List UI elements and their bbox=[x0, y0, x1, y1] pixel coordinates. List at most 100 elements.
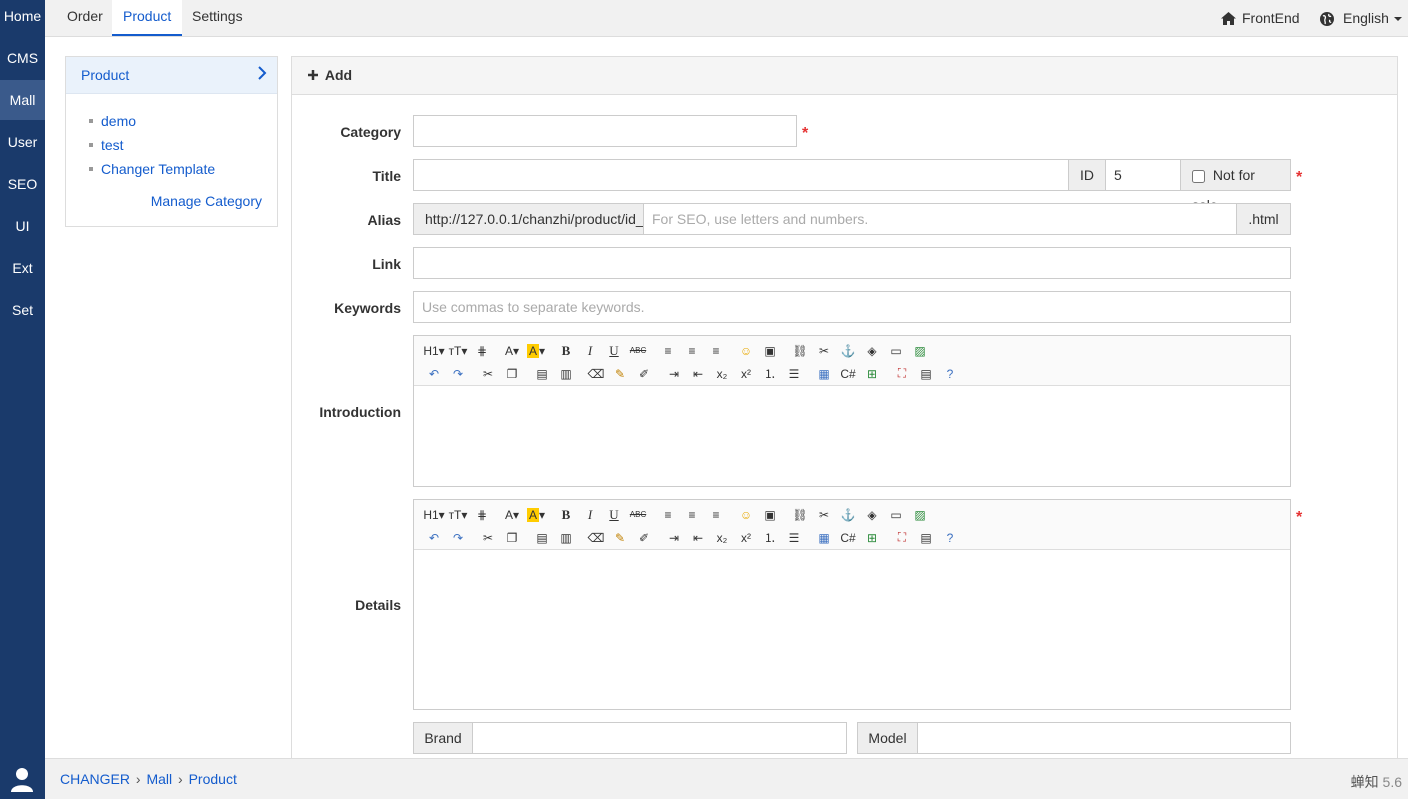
category-item-changer-template[interactable]: Changer Template bbox=[88, 159, 277, 183]
category-select[interactable] bbox=[413, 115, 797, 147]
keywords-input[interactable]: Use commas to separate keywords. bbox=[413, 291, 1291, 323]
insert-image-icon[interactable]: ▣ bbox=[758, 341, 782, 361]
subscript-icon[interactable]: x₂ bbox=[710, 528, 734, 548]
superscript-icon[interactable]: x² bbox=[734, 364, 758, 384]
indent-icon[interactable]: ⇥ bbox=[662, 528, 686, 548]
align-right-icon[interactable]: ≡ bbox=[704, 341, 728, 361]
redo-icon[interactable]: ↷ bbox=[446, 528, 470, 548]
paste-icon[interactable]: ▤ bbox=[530, 528, 554, 548]
emoticon-icon[interactable]: ☺ bbox=[734, 505, 758, 525]
ordered-list-icon[interactable]: ⒈ bbox=[758, 364, 782, 384]
italic-icon[interactable]: I bbox=[578, 505, 602, 525]
paste-icon[interactable]: ▤ bbox=[530, 364, 554, 384]
nav-ext[interactable]: Ext bbox=[0, 246, 45, 288]
copy-icon[interactable]: ❐ bbox=[500, 528, 524, 548]
undo-icon[interactable]: ↶ bbox=[422, 364, 446, 384]
nav-home[interactable]: Home bbox=[0, 0, 45, 33]
fullscreen-icon[interactable]: ⛶ bbox=[890, 364, 914, 384]
nav-cms[interactable]: CMS bbox=[0, 33, 45, 80]
breadcrumb-changer[interactable]: CHANGER bbox=[60, 771, 130, 787]
paste-plain-icon[interactable]: ▥ bbox=[554, 364, 578, 384]
table-icon[interactable]: ▦ bbox=[812, 364, 836, 384]
font-size-icon[interactable]: тT▾ bbox=[446, 505, 470, 525]
table-icon[interactable]: ▦ bbox=[812, 528, 836, 548]
user-avatar-icon[interactable] bbox=[8, 765, 36, 793]
anchor-icon[interactable]: ⚓ bbox=[836, 505, 860, 525]
flash-icon[interactable]: ◈ bbox=[860, 341, 884, 361]
picture-icon[interactable]: ▨ bbox=[908, 341, 932, 361]
align-center-icon[interactable]: ≡ bbox=[680, 505, 704, 525]
bold-icon[interactable]: B bbox=[554, 505, 578, 525]
manage-category-link[interactable]: Manage Category bbox=[151, 193, 262, 209]
code-icon[interactable]: C# bbox=[836, 364, 860, 384]
copy-icon[interactable]: ❐ bbox=[500, 364, 524, 384]
highlight-icon[interactable]: A ▾ bbox=[524, 341, 548, 361]
font-color-icon[interactable]: A▾ bbox=[500, 341, 524, 361]
format-painter-icon[interactable]: ✐ bbox=[632, 528, 656, 548]
line-height-icon[interactable]: ⋕ bbox=[470, 505, 494, 525]
fullscreen-icon[interactable]: ⛶ bbox=[890, 528, 914, 548]
strikethrough-icon[interactable]: ABC bbox=[626, 341, 650, 361]
link-icon[interactable]: ⛓ bbox=[788, 505, 812, 525]
unordered-list-icon[interactable]: ☰ bbox=[782, 528, 806, 548]
sidebar-header[interactable]: Product bbox=[66, 57, 277, 94]
underline-icon[interactable]: U bbox=[602, 505, 626, 525]
id-input[interactable]: 5 bbox=[1105, 159, 1181, 191]
unordered-list-icon[interactable]: ☰ bbox=[782, 364, 806, 384]
flash-icon[interactable]: ◈ bbox=[860, 505, 884, 525]
paste-plain-icon[interactable]: ▥ bbox=[554, 528, 578, 548]
title-input[interactable] bbox=[413, 159, 1069, 191]
media-icon[interactable]: ▭ bbox=[884, 341, 908, 361]
version-info[interactable]: 蝉知 5.6 bbox=[1351, 772, 1402, 792]
anchor-icon[interactable]: ⚓ bbox=[836, 341, 860, 361]
picture-icon[interactable]: ▨ bbox=[908, 505, 932, 525]
code-icon[interactable]: C# bbox=[836, 528, 860, 548]
eraser-icon[interactable]: ⌫ bbox=[584, 528, 608, 548]
superscript-icon[interactable]: x² bbox=[734, 528, 758, 548]
font-color-icon[interactable]: A▾ bbox=[500, 505, 524, 525]
tab-product[interactable]: Product bbox=[112, 0, 183, 36]
redo-icon[interactable]: ↷ bbox=[446, 364, 470, 384]
nav-user[interactable]: User bbox=[0, 120, 45, 162]
alias-input[interactable]: For SEO, use letters and numbers. bbox=[643, 203, 1237, 235]
help-icon[interactable]: ? bbox=[938, 528, 962, 548]
align-left-icon[interactable]: ≡ bbox=[656, 341, 680, 361]
cut-icon[interactable]: ✂ bbox=[476, 364, 500, 384]
heading-icon[interactable]: H1▾ bbox=[422, 505, 446, 525]
details-editor[interactable]: H1▾ тT▾ ⋕ A▾ A ▾ B I U ABC ≡ ≡ ≡ ☺ ▣ ⛓ ✂ … bbox=[413, 499, 1291, 710]
link-icon[interactable]: ⛓ bbox=[788, 341, 812, 361]
nav-seo[interactable]: SEO bbox=[0, 162, 45, 204]
cut-icon[interactable]: ✂ bbox=[476, 528, 500, 548]
ordered-list-icon[interactable]: ⒈ bbox=[758, 528, 782, 548]
clear-format-icon[interactable]: ✎ bbox=[608, 364, 632, 384]
source-icon[interactable]: ▤ bbox=[914, 528, 938, 548]
subscript-icon[interactable]: x₂ bbox=[710, 364, 734, 384]
nav-mall[interactable]: Mall bbox=[0, 80, 45, 120]
unlink-icon[interactable]: ✂ bbox=[812, 505, 836, 525]
category-item-test[interactable]: test bbox=[88, 135, 277, 159]
not-for-sale-checkbox[interactable] bbox=[1192, 169, 1205, 183]
media-icon[interactable]: ▭ bbox=[884, 505, 908, 525]
nav-ui[interactable]: UI bbox=[0, 204, 45, 246]
introduction-editor[interactable]: H1▾ тT▾ ⋕ A▾ A ▾ B I U ABC ≡ ≡ ≡ ☺ ▣ ⛓ ✂ … bbox=[413, 335, 1291, 487]
model-input[interactable] bbox=[917, 722, 1291, 754]
clear-format-icon[interactable]: ✎ bbox=[608, 528, 632, 548]
not-for-sale-addon[interactable]: Not for sale bbox=[1180, 159, 1291, 213]
format-painter-icon[interactable]: ✐ bbox=[632, 364, 656, 384]
hr-icon[interactable]: ⊞ bbox=[860, 528, 884, 548]
link-input[interactable] bbox=[413, 247, 1291, 279]
highlight-icon[interactable]: A ▾ bbox=[524, 505, 548, 525]
emoticon-icon[interactable]: ☺ bbox=[734, 341, 758, 361]
nav-set[interactable]: Set bbox=[0, 288, 45, 330]
font-size-icon[interactable]: тT▾ bbox=[446, 341, 470, 361]
bold-icon[interactable]: B bbox=[554, 341, 578, 361]
brand-input[interactable] bbox=[472, 722, 847, 754]
italic-icon[interactable]: I bbox=[578, 341, 602, 361]
outdent-icon[interactable]: ⇤ bbox=[686, 528, 710, 548]
indent-icon[interactable]: ⇥ bbox=[662, 364, 686, 384]
source-icon[interactable]: ▤ bbox=[914, 364, 938, 384]
undo-icon[interactable]: ↶ bbox=[422, 528, 446, 548]
eraser-icon[interactable]: ⌫ bbox=[584, 364, 608, 384]
strikethrough-icon[interactable]: ABC bbox=[626, 505, 650, 525]
align-center-icon[interactable]: ≡ bbox=[680, 341, 704, 361]
